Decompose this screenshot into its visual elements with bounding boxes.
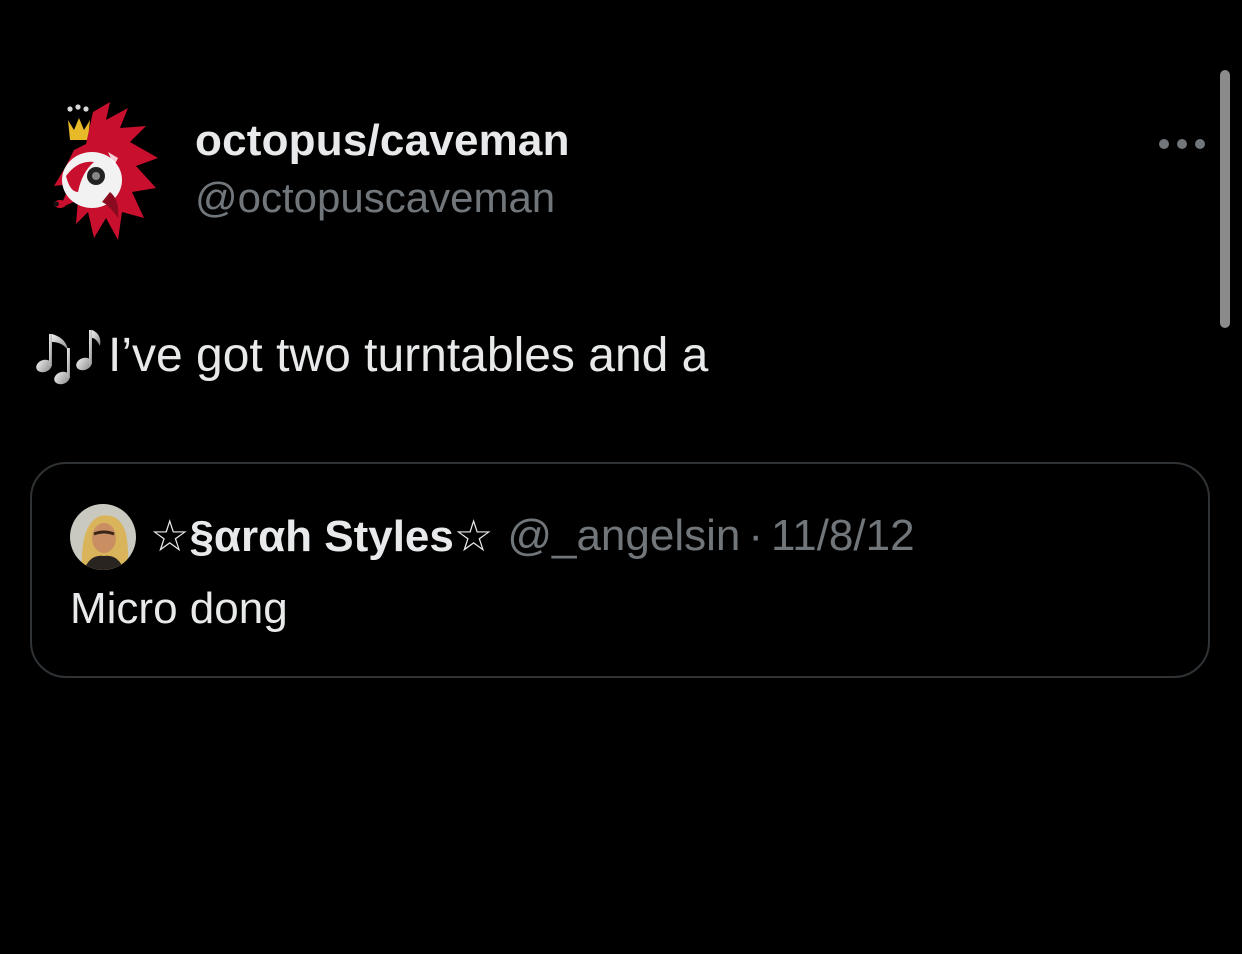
scrollbar[interactable] [1220, 70, 1230, 328]
quoted-date[interactable]: 11/8/12 [771, 511, 915, 561]
quoted-author-handle[interactable]: @_angelsin [507, 511, 740, 561]
more-options-button[interactable] [1152, 126, 1212, 162]
author-avatar[interactable] [48, 100, 168, 245]
more-options-icon [1159, 139, 1205, 149]
quoted-tweet-card[interactable]: ☆§αrαh Styles☆ @_angelsin · 11/8/12 Micr… [30, 462, 1210, 678]
author-handle[interactable]: @octopuscaveman [195, 174, 555, 222]
author-display-name[interactable]: octopus/caveman [195, 116, 570, 166]
tweet-body: I’ve got two turntables and a [108, 328, 709, 382]
red-mascot-avatar-icon [53, 102, 158, 240]
quoted-tweet-text: Micro dong [70, 584, 288, 633]
quoted-tweet-header: ☆§αrαh Styles☆ @_angelsin · 11/8/12 [150, 508, 915, 564]
tweet: octopus/caveman @octopuscaveman I’ve got… [0, 0, 1242, 954]
quoted-author-name[interactable]: ☆§αrαh Styles☆ [150, 511, 493, 562]
user-photo-avatar-icon [70, 504, 136, 570]
music-notes-icon [32, 324, 102, 386]
quoted-author-avatar[interactable] [70, 504, 136, 570]
tweet-text: I’ve got two turntables and a [32, 320, 708, 390]
quoted-separator: · [748, 511, 764, 560]
